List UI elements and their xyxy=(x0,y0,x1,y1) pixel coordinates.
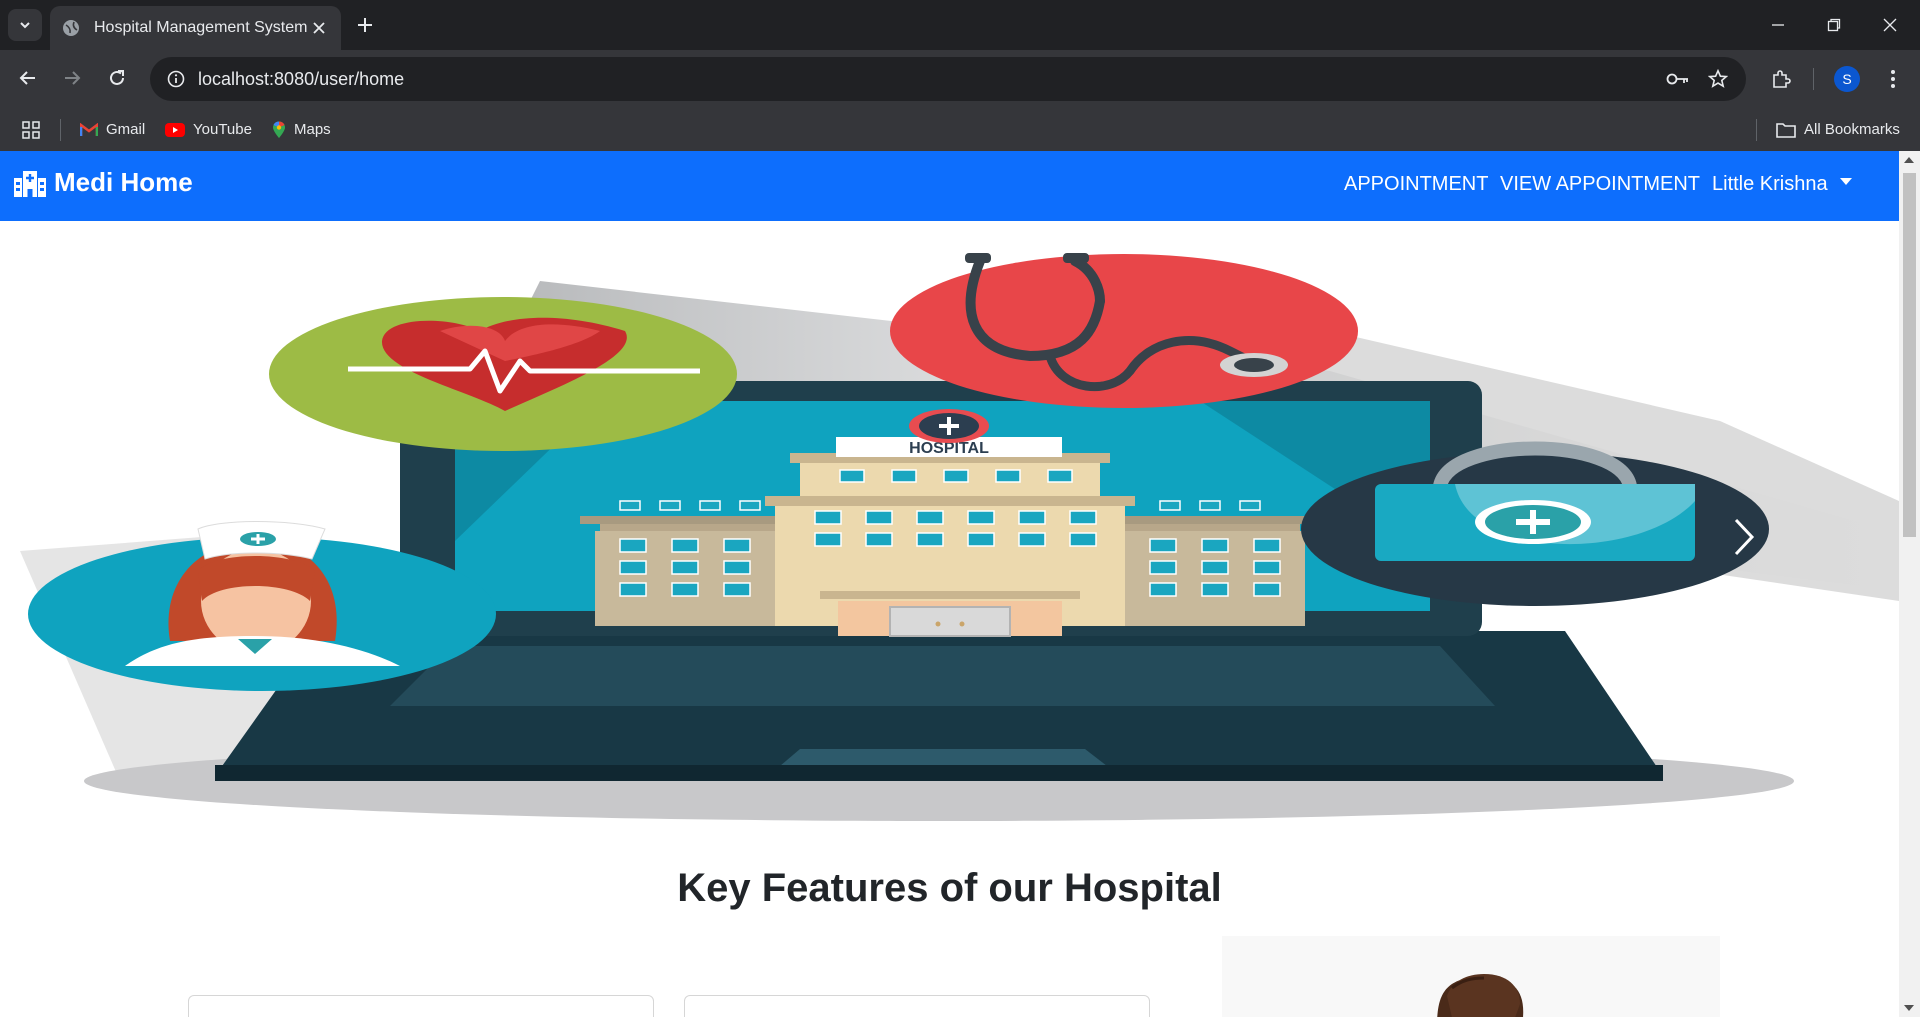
carousel-prev-button[interactable] xyxy=(128,507,168,567)
page-scrollbar[interactable] xyxy=(1899,151,1920,1017)
apps-grid-icon xyxy=(22,120,40,139)
folder-icon xyxy=(1776,122,1796,138)
bookmarks-divider xyxy=(60,119,61,141)
scroll-up-arrow-icon[interactable] xyxy=(1904,157,1914,163)
bookmark-maps[interactable]: Maps xyxy=(272,108,331,151)
carousel-next-button[interactable] xyxy=(1724,507,1764,567)
bookmark-youtube[interactable]: YouTube xyxy=(165,108,252,151)
extensions-button[interactable] xyxy=(1764,62,1798,96)
close-window-button[interactable] xyxy=(1862,0,1918,50)
feature-card xyxy=(188,995,654,1017)
more-vertical-icon xyxy=(1891,70,1895,88)
arrow-left-icon xyxy=(19,71,35,85)
tab-title: Hospital Management System xyxy=(94,19,308,36)
bookmark-label: Maps xyxy=(294,121,331,138)
site-info-icon[interactable] xyxy=(154,70,198,88)
bookmark-label: Gmail xyxy=(106,121,146,138)
hospital-icon xyxy=(14,170,46,197)
maps-pin-icon xyxy=(273,120,285,138)
bookmark-star-icon[interactable] xyxy=(1698,59,1738,99)
youtube-icon xyxy=(165,122,185,137)
toolbar-divider xyxy=(1813,68,1814,90)
user-menu-dropdown[interactable]: Little Krishna xyxy=(1712,173,1852,196)
reload-button[interactable] xyxy=(101,62,133,94)
all-bookmarks-label: All Bookmarks xyxy=(1804,121,1900,138)
restore-window-button[interactable] xyxy=(1806,0,1862,50)
doctor-image xyxy=(1222,936,1720,1017)
doctor-photo xyxy=(1437,974,1524,1017)
bookmark-gmail[interactable]: Gmail xyxy=(80,108,145,151)
minimize-window-button[interactable] xyxy=(1750,0,1806,50)
chevron-down-icon xyxy=(20,22,30,29)
hospital-illustration: HOSPITAL xyxy=(20,253,1899,821)
reload-icon xyxy=(110,70,124,85)
scrollbar-thumb[interactable] xyxy=(1903,173,1916,537)
section-title: Key Features of our Hospital xyxy=(677,866,1222,910)
all-bookmarks-button[interactable]: All Bookmarks xyxy=(1776,108,1900,151)
caret-down-icon xyxy=(1839,178,1852,186)
gmail-icon xyxy=(80,122,98,136)
tab-search-button[interactable] xyxy=(8,9,42,41)
scroll-down-arrow-icon[interactable] xyxy=(1904,1005,1914,1011)
page-viewport: Medi Home APPOINTMENT VIEW APPOINTMENT L… xyxy=(0,151,1899,1017)
bookmarks-divider xyxy=(1756,119,1757,141)
close-tab-icon[interactable] xyxy=(309,18,329,38)
site-navbar: Medi Home APPOINTMENT VIEW APPOINTMENT L… xyxy=(0,151,1899,221)
chevron-right-icon xyxy=(1734,518,1755,556)
brand-link[interactable]: Medi Home xyxy=(14,167,193,198)
close-icon xyxy=(1883,18,1897,32)
restore-icon xyxy=(1827,18,1841,32)
minimize-icon xyxy=(1772,24,1784,26)
browser-menu-button[interactable] xyxy=(1876,62,1910,96)
profile-button[interactable]: S xyxy=(1830,62,1864,96)
hero-carousel: HOSPITAL xyxy=(0,221,1899,841)
puzzle-icon xyxy=(1773,70,1791,88)
feature-card xyxy=(684,995,1150,1017)
brand-name: Medi Home xyxy=(54,167,193,197)
apps-button[interactable] xyxy=(22,108,48,151)
user-menu-label: Little Krishna xyxy=(1712,173,1828,195)
nav-view-appointment-link[interactable]: VIEW APPOINTMENT xyxy=(1500,173,1700,196)
browser-tab-active[interactable]: Hospital Management System xyxy=(50,6,341,50)
globe-icon xyxy=(63,20,79,36)
avatar: S xyxy=(1834,66,1860,92)
forward-button[interactable] xyxy=(56,62,88,94)
address-bar[interactable]: localhost:8080/user/home xyxy=(150,57,1746,101)
bookmark-label: YouTube xyxy=(193,121,252,138)
nav-appointment-link[interactable]: APPOINTMENT xyxy=(1344,173,1488,196)
browser-tab-strip: Hospital Management System xyxy=(0,0,1920,50)
password-key-icon[interactable] xyxy=(1658,59,1698,99)
plus-icon xyxy=(358,18,372,32)
new-tab-button[interactable] xyxy=(352,12,378,38)
browser-toolbar: localhost:8080/user/home S xyxy=(0,50,1920,108)
back-button[interactable] xyxy=(12,62,44,94)
url-text: localhost:8080/user/home xyxy=(198,68,405,89)
bookmarks-bar: Gmail YouTube Maps All Bookmarks xyxy=(0,108,1920,151)
arrow-right-icon xyxy=(65,71,81,85)
